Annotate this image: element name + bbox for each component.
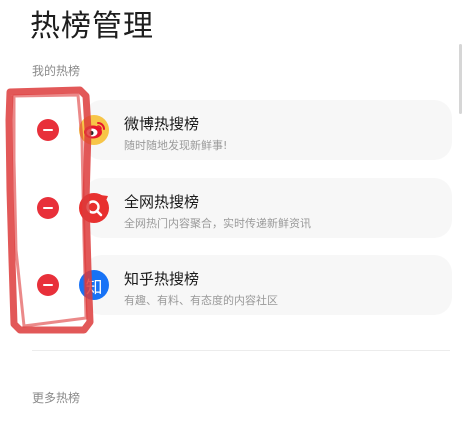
remove-icon — [43, 129, 53, 131]
list-item-weibo[interactable]: 微博热搜榜 随时随地发现新鲜事! — [84, 100, 452, 160]
zhihu-icon: 知 — [79, 270, 109, 300]
item-subtitle: 有趣、有料、有态度的内容社区 — [124, 294, 278, 307]
remove-button-quanwang[interactable] — [37, 197, 59, 219]
remove-icon — [43, 284, 53, 286]
section-label-mine: 我的热榜 — [32, 64, 81, 78]
section-label-more: 更多热榜 — [32, 391, 81, 405]
list-item-zhihu[interactable]: 知乎热搜榜 有趣、有料、有态度的内容社区 — [84, 255, 452, 315]
list-item-quanwang[interactable]: 全网热搜榜 全网热门内容聚合，实时传递新鲜资讯 — [84, 178, 452, 238]
page-title: 热榜管理 — [30, 9, 154, 44]
item-subtitle: 全网热门内容聚合，实时传递新鲜资讯 — [124, 217, 311, 230]
item-subtitle: 随时随地发现新鲜事! — [124, 139, 228, 152]
scrollbar[interactable] — [459, 44, 462, 114]
remove-button-weibo[interactable] — [37, 119, 59, 141]
remove-button-zhihu[interactable] — [37, 274, 59, 296]
item-title: 全网热搜榜 — [124, 193, 200, 211]
divider — [32, 350, 450, 351]
search-logo-icon — [79, 193, 109, 223]
item-title: 微博热搜榜 — [124, 115, 200, 133]
remove-icon — [43, 207, 53, 209]
item-title: 知乎热搜榜 — [124, 270, 200, 288]
weibo-icon — [79, 115, 109, 145]
